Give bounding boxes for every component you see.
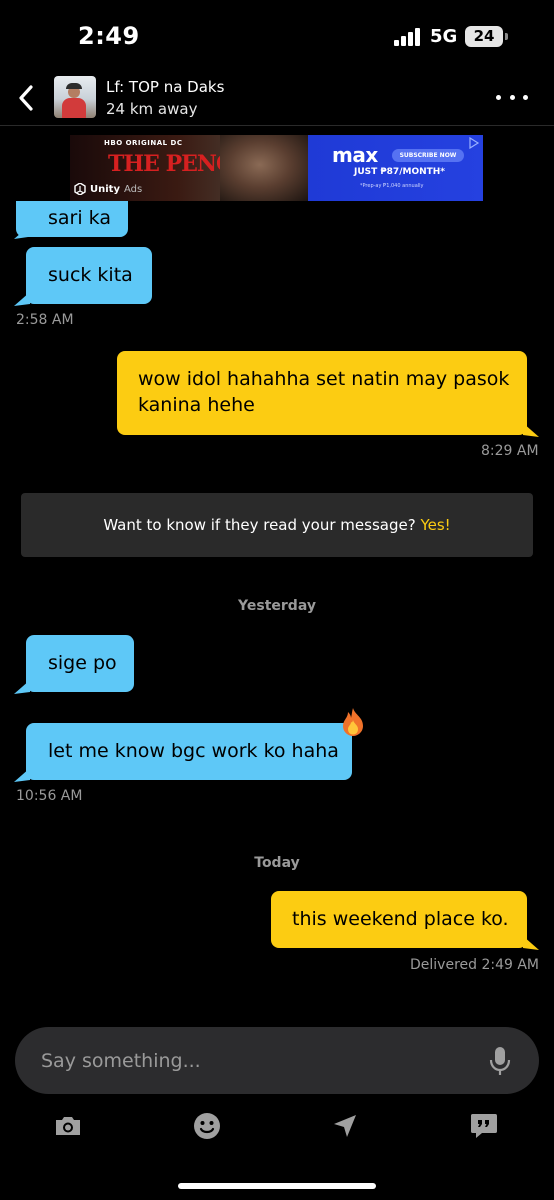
profile-name[interactable]: Lf: TOP na Daks [106, 78, 224, 96]
ad-poster: HBO ORIGINAL DC THE PENGUIN Unity Ads [70, 135, 308, 201]
ad-choices-icon[interactable] [468, 137, 480, 149]
battery-icon: 24 [465, 26, 503, 47]
network-type: 5G [430, 26, 458, 47]
bubble-tail [523, 423, 539, 437]
quote-phrases-icon [471, 1114, 497, 1138]
more-dots-icon [496, 94, 501, 100]
mic-icon[interactable] [489, 1045, 511, 1077]
bubble-tail [523, 936, 539, 950]
ad-character-image [220, 135, 308, 201]
fire-emoji-icon[interactable] [339, 707, 367, 737]
message-timestamp: 10:56 AM [16, 788, 83, 804]
back-button[interactable] [12, 82, 40, 114]
read-receipt-upsell[interactable]: Want to know if they read your message? … [21, 493, 533, 557]
ad-brand-top: HBO ORIGINAL DC [104, 139, 183, 147]
chat-header: Lf: TOP na Daks 24 km away [0, 70, 554, 126]
saved-phrases-button[interactable] [468, 1110, 500, 1142]
read-receipt-prompt: Want to know if they read your message? [103, 516, 416, 534]
ad-service-logo: max [332, 143, 378, 167]
message-text: suck kita [48, 264, 133, 286]
message-text: wow idol hahahha set natin may pasok kan… [138, 368, 510, 416]
read-receipt-yes-link[interactable]: Yes! [420, 516, 450, 534]
ad-price: JUST ₱87/MONTH* [354, 167, 446, 177]
camera-button[interactable] [52, 1110, 84, 1142]
ad-banner[interactable]: HBO ORIGINAL DC THE PENGUIN Unity Ads ma… [70, 135, 483, 201]
location-button[interactable] [329, 1110, 361, 1142]
bubble-tail [14, 227, 28, 239]
camera-icon [56, 1117, 80, 1135]
message-bubble-outgoing[interactable]: wow idol hahahha set natin may pasok kan… [117, 351, 527, 435]
location-arrow-icon [334, 1115, 356, 1137]
chat-thread[interactable]: sari ka suck kita 2:58 AM wow idol hahah… [0, 201, 554, 1021]
message-composer[interactable] [15, 1027, 539, 1094]
message-text: let me know bgc work ko haha [48, 740, 339, 762]
message-text: this weekend place ko. [292, 908, 509, 930]
back-chevron-icon [19, 85, 33, 111]
battery-cap [505, 33, 508, 40]
profile-avatar[interactable] [54, 76, 96, 118]
message-bubble-incoming[interactable]: suck kita [26, 247, 152, 304]
message-text: sari ka [48, 207, 111, 229]
message-timestamp: 2:58 AM [16, 312, 74, 328]
ad-fine-print: *Prep-ay ₱1,040 annually [360, 183, 424, 189]
message-input[interactable] [41, 1047, 461, 1075]
day-separator: Yesterday [238, 598, 316, 614]
ad-cta-button[interactable]: SUBSCRIBE NOW [392, 149, 464, 162]
message-bubble-incoming[interactable]: sige po [26, 635, 134, 692]
composer-toolbar [0, 1108, 554, 1148]
emoji-icon [194, 1113, 220, 1139]
profile-distance: 24 km away [106, 100, 198, 118]
signal-icon [394, 28, 420, 46]
message-bubble-outgoing[interactable]: this weekend place ko. [271, 891, 527, 948]
message-text: sige po [48, 652, 117, 674]
home-indicator[interactable] [178, 1183, 376, 1189]
ad-offer-panel: max SUBSCRIBE NOW JUST ₱87/MONTH* *Prep-… [308, 135, 483, 201]
bubble-tail [14, 680, 30, 694]
day-separator: Today [254, 855, 300, 871]
ad-provider: Unity [90, 183, 120, 195]
message-timestamp: 8:29 AM [481, 443, 539, 459]
unity-ads-badge: Unity Ads [74, 183, 142, 195]
status-bar: 2:49 5G 24 [0, 0, 554, 70]
bubble-tail [14, 292, 30, 306]
message-bubble-incoming[interactable]: sari ka [16, 201, 128, 237]
message-bubble-incoming[interactable]: let me know bgc work ko haha [26, 723, 352, 780]
more-options-button[interactable] [496, 84, 528, 110]
delivery-status: Delivered 2:49 AM [410, 957, 540, 973]
emoji-button[interactable] [191, 1110, 223, 1142]
bubble-tail [14, 768, 30, 782]
status-time: 2:49 [78, 22, 140, 50]
ads-label: Ads [123, 183, 143, 195]
unity-icon [74, 183, 86, 195]
